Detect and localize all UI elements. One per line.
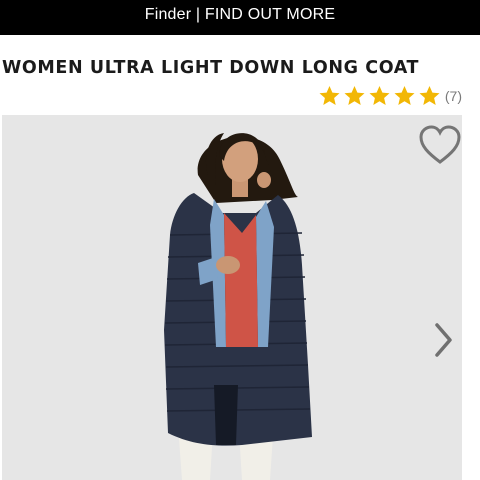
heart-outline-icon[interactable]: [418, 123, 462, 167]
star-icon: [394, 86, 415, 105]
promo-banner-text[interactable]: Finder | FIND OUT MORE: [0, 7, 480, 23]
star-icon: [344, 86, 365, 105]
star-icon: [369, 86, 390, 105]
product-photo: [2, 115, 462, 480]
star-icon: [319, 86, 340, 105]
review-count[interactable]: (7): [445, 88, 462, 104]
star-icon: [419, 86, 440, 105]
product-title: WOMEN ULTRA LIGHT DOWN LONG COAT: [2, 58, 420, 78]
product-image-gallery[interactable]: [2, 115, 462, 480]
chevron-right-icon[interactable]: [433, 321, 455, 359]
promo-banner[interactable]: Finder | FIND OUT MORE: [0, 0, 480, 35]
product-rating[interactable]: (7): [317, 84, 462, 108]
